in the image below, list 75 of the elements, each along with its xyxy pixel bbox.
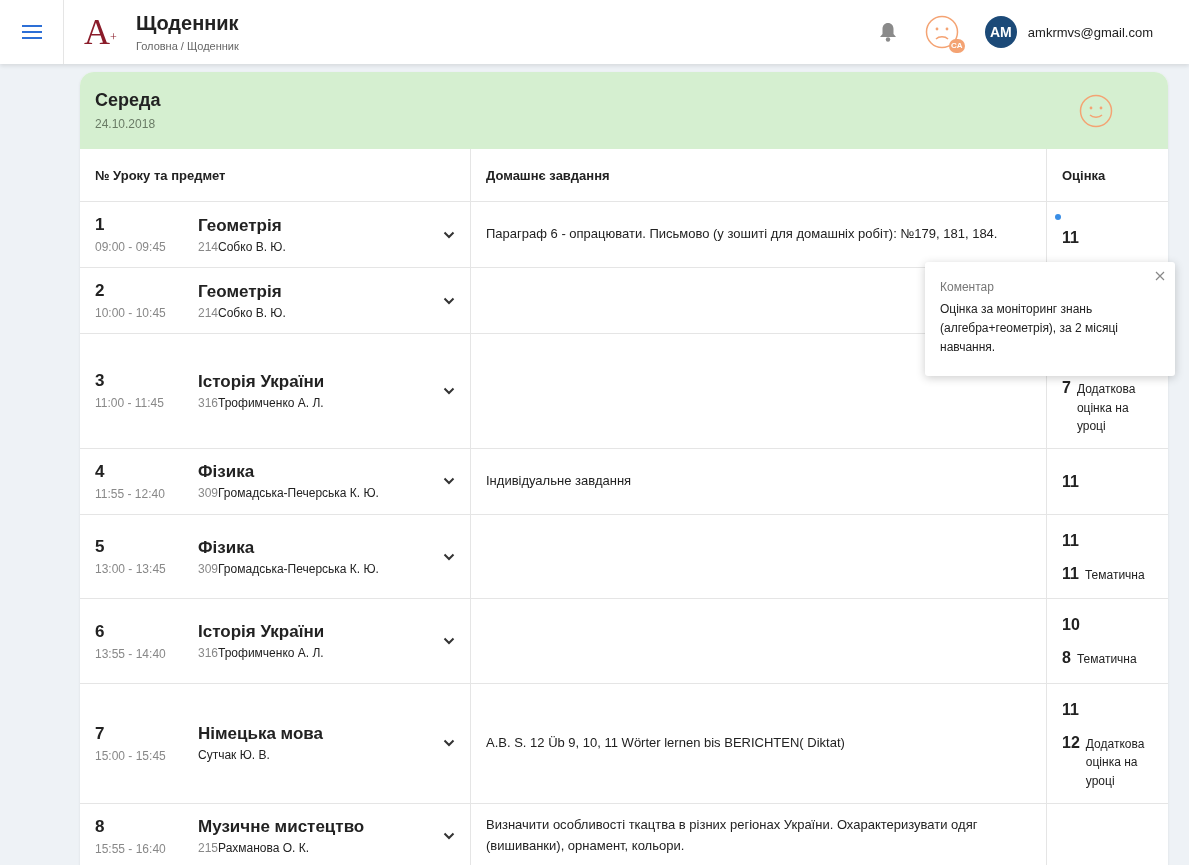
user-email[interactable]: amkrmvs@gmail.com (1027, 24, 1153, 40)
subject-name: Історія України (198, 371, 326, 392)
smiley-icon (1079, 93, 1113, 128)
lesson-time: 11:55 - 12:40 (95, 486, 166, 501)
chevron-down-icon[interactable] (443, 739, 455, 748)
logo: A+ (84, 14, 118, 50)
subject-name: Фізика (198, 537, 256, 558)
lesson-number: 2 (95, 281, 106, 301)
lesson-number: 3 (95, 371, 106, 392)
grade-value[interactable]: 11 (1062, 528, 1079, 554)
lesson-time: 13:55 - 14:40 (95, 646, 167, 661)
chevron-down-icon[interactable] (443, 230, 455, 239)
grade-note: Додаткова оцінка на уроці (1076, 381, 1137, 436)
chevron-down-icon[interactable] (443, 552, 455, 561)
homework-text: Визначити особливості ткацтва в різних регіонах України. Охарактеризувати одяг (вишиванки), орнамент, кольори. (486, 816, 979, 856)
chevron-down-icon[interactable] (443, 637, 455, 646)
column-header: Оцінка (1047, 149, 1168, 202)
homework-text: Індивідуальне завдання (486, 471, 632, 490)
subject-name: Геометрія (198, 215, 283, 236)
day-date: 24.10.2018 (95, 117, 157, 131)
day-name: Середа (95, 90, 161, 111)
lesson-number: 8 (95, 816, 106, 837)
lesson-time: 15:55 - 16:40 (95, 841, 167, 856)
teacher-info: 309Громадська-Печерська К. Ю. (198, 486, 380, 501)
chevron-down-icon[interactable] (443, 477, 455, 486)
column-header: Домашнє завдання (471, 149, 1047, 202)
lesson-number: 5 (95, 537, 106, 558)
teacher-info: Сутчак Ю. В. (198, 748, 271, 763)
popup-title: Коментар (940, 280, 995, 294)
teacher-info: 214Собко В. Ю. (198, 305, 287, 320)
lesson-time: 09:00 - 09:45 (95, 240, 167, 254)
grade-value[interactable]: 11 (1062, 697, 1079, 723)
lesson-time: 11:00 - 11:45 (95, 396, 165, 411)
mood-badge: CA (948, 39, 965, 53)
lesson-time: 15:00 - 15:45 (95, 748, 167, 763)
page-title: Щоденник (136, 12, 239, 35)
teacher-info: 309Громадська-Печерська К. Ю. (198, 561, 380, 576)
chevron-down-icon[interactable] (443, 832, 455, 841)
teacher-info: 316Трофимченко А. Л. (198, 395, 325, 410)
teacher-info: 215Рахманова О. К. (198, 841, 311, 856)
lesson-time: 10:00 - 10:45 (95, 306, 167, 320)
homework-text: A.B. S. 12 Üb 9, 10, 11 Wörter lernen bis BERICHTEN( Diktat) (486, 733, 845, 752)
comment-text: Оцінка за моніторинг знань (алгебра+геометрія), за 2 місяці навчання. (940, 301, 1119, 357)
grade-value[interactable]: 12 (1062, 730, 1080, 756)
menu-icon[interactable] (21, 25, 42, 39)
lesson-number: 7 (95, 723, 106, 744)
subject-name: Фізика (198, 462, 256, 483)
subject-name: Музичне мистецтво (198, 817, 366, 838)
grade-note: Тематична (1084, 566, 1145, 584)
grade-note: Тематична (1076, 651, 1137, 669)
lesson-number: 4 (95, 461, 106, 482)
chevron-down-icon[interactable] (443, 386, 455, 395)
grade-note: Додаткова оцінка на уроці (1085, 735, 1146, 790)
breadcrumb: Головна / Щоденник (136, 40, 239, 52)
subject-name: Геометрія (198, 281, 283, 302)
grade-value[interactable]: 11 (1062, 561, 1079, 587)
grade-value[interactable]: 10 (1062, 613, 1080, 639)
close-icon[interactable] (1155, 271, 1165, 281)
grade-value[interactable]: 7 (1062, 376, 1071, 401)
bell-icon[interactable] (878, 22, 897, 42)
grade-value[interactable]: 8 (1062, 646, 1071, 671)
subject-name: Історія України (198, 622, 326, 643)
avatar[interactable]: AM (984, 16, 1017, 48)
teacher-info: 316Трофимченко А. Л. (198, 646, 325, 661)
grade-value[interactable]: 11 (1062, 469, 1079, 495)
grade-value[interactable]: 11 (1062, 226, 1079, 251)
comment-dot (1055, 214, 1061, 221)
column-header: № Уроку та предмет (80, 149, 471, 202)
lesson-number: 6 (95, 621, 106, 642)
homework-text: Параграф 6 - опрацювати. Письмово (у зошиті для домашніх робіт): №179, 181, 184. (486, 225, 998, 244)
lesson-number: 1 (95, 215, 106, 235)
subject-name: Німецька мова (198, 724, 325, 745)
teacher-info: 214Собко В. Ю. (198, 239, 287, 254)
lesson-time: 13:00 - 13:45 (95, 562, 167, 577)
chevron-down-icon[interactable] (443, 296, 455, 305)
